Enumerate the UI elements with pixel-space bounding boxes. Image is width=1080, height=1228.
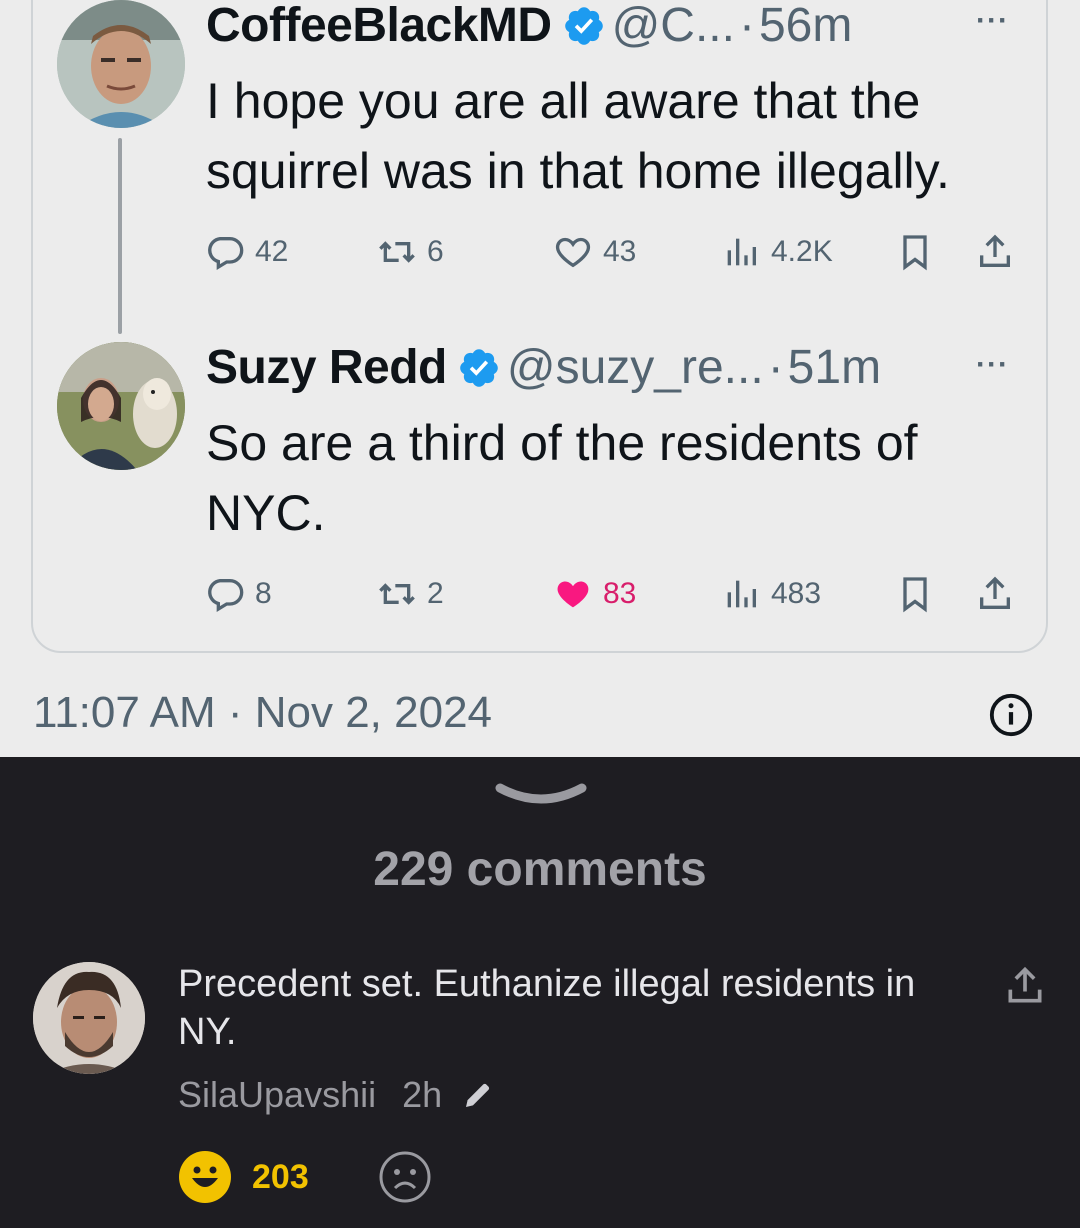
avatar-suzyredd[interactable]: [57, 342, 185, 470]
chevron-down-icon[interactable]: [494, 780, 588, 810]
share-button[interactable]: [975, 232, 1025, 272]
happy-reaction[interactable]: 203: [178, 1150, 309, 1204]
tweet-screenshot: CoffeeBlackMD @C... · 56m ··· I hope you…: [0, 0, 1080, 757]
comment-text: Precedent set. Euthanize illegal residen…: [178, 963, 916, 1053]
author-name[interactable]: Suzy Redd: [206, 340, 447, 395]
thread-line: [118, 138, 122, 334]
avatar-coffeeblackmd[interactable]: [57, 0, 185, 128]
author-name[interactable]: CoffeeBlackMD: [206, 0, 552, 53]
retweet-icon: [379, 583, 415, 605]
bookmark-icon: [903, 577, 927, 613]
heart-icon: [557, 581, 589, 608]
like-button[interactable]: 83: [553, 574, 636, 614]
views-icon: [727, 238, 756, 266]
more-icon[interactable]: ···: [976, 4, 1009, 38]
reply-icon: [208, 237, 244, 270]
views-button[interactable]: 4.2K: [721, 232, 833, 272]
author-handle[interactable]: @suzy_re...: [507, 340, 764, 395]
bookmark-button[interactable]: [895, 574, 945, 614]
avatar-silaupavshii[interactable]: [33, 962, 145, 1074]
bookmark-button[interactable]: [895, 232, 945, 272]
retweet-button[interactable]: 6: [377, 232, 444, 272]
comment-author[interactable]: SilaUpavshii: [178, 1074, 376, 1116]
verified-badge-icon: [564, 6, 603, 45]
reply-icon: [208, 579, 244, 612]
bookmark-icon: [903, 235, 927, 271]
comment-meta: SilaUpavshii 2h: [178, 1074, 494, 1116]
sad-face-icon[interactable]: [378, 1150, 432, 1204]
tweet-header: Suzy Redd @suzy_re... · 51m: [206, 340, 882, 395]
share-icon: [980, 234, 1010, 267]
heart-icon: [555, 237, 591, 268]
tweet-actions: 8 2 83 483: [205, 574, 1025, 618]
share-icon[interactable]: [1003, 964, 1047, 1008]
comments-count: 229 comments: [373, 843, 707, 896]
verified-badge-icon: [460, 348, 498, 387]
more-icon[interactable]: ···: [976, 348, 1009, 382]
share-icon: [980, 576, 1010, 609]
info-icon[interactable]: [988, 692, 1034, 738]
reply-button[interactable]: 8: [205, 574, 272, 614]
author-handle[interactable]: @C...: [612, 0, 735, 53]
reply-button[interactable]: 42: [205, 232, 288, 272]
like-button[interactable]: 43: [553, 232, 636, 272]
tweet-actions: 42 6 43 4.2K: [205, 232, 1025, 276]
tweet-time[interactable]: 51m: [788, 340, 881, 395]
tweet-text: I hope you are all aware that the squirr…: [206, 73, 950, 199]
retweet-button[interactable]: 2: [377, 574, 444, 614]
views-icon: [727, 580, 756, 608]
tweet-time[interactable]: 56m: [759, 0, 852, 53]
comment-age: 2h: [402, 1074, 443, 1115]
share-button[interactable]: [975, 574, 1025, 614]
happy-count: 203: [252, 1157, 309, 1196]
views-button[interactable]: 483: [721, 574, 821, 614]
retweet-icon: [379, 241, 415, 263]
post-timestamp: 11:07 AM · Nov 2, 2024: [33, 688, 493, 737]
tweet-header: CoffeeBlackMD @C... · 56m: [206, 0, 853, 53]
tweet-text: So are a third of the residents of NYC.: [206, 415, 918, 541]
happy-face-icon: [179, 1151, 231, 1203]
pencil-icon[interactable]: [462, 1079, 494, 1111]
